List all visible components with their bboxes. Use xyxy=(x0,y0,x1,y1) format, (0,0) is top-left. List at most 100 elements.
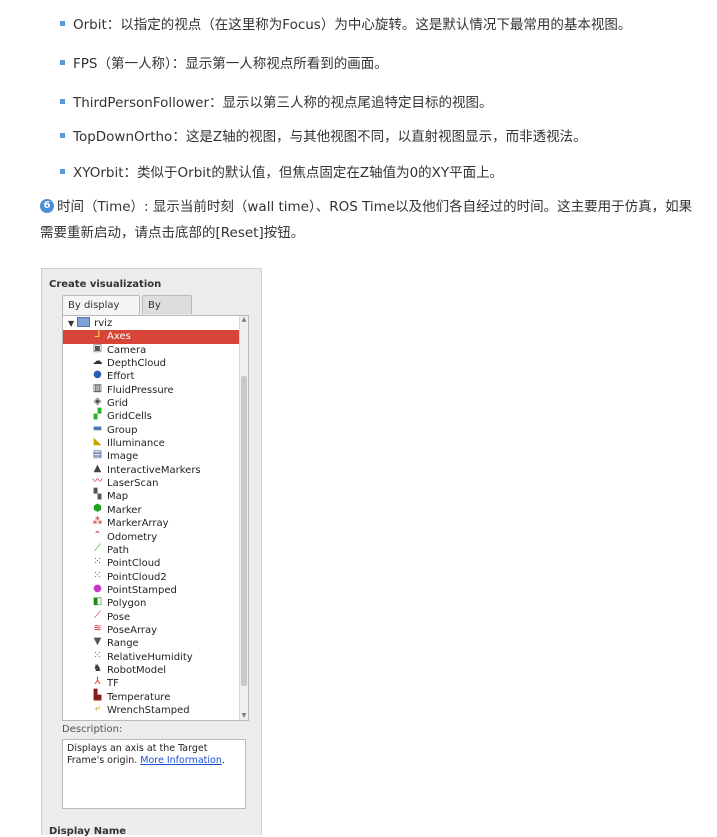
fluidpressure-icon: ▥ xyxy=(92,382,103,394)
tree-item-label: MarkerArray xyxy=(107,518,169,530)
tree-item-pointstamped[interactable]: ● PointStamped xyxy=(63,582,239,597)
tree-item-image[interactable]: ▤ Image xyxy=(63,450,239,463)
tree-item-label: Odometry xyxy=(107,531,158,543)
relativehumidity-icon: ⁙ xyxy=(93,649,102,661)
tree-item-tf[interactable]: ⅄ TF xyxy=(63,677,239,690)
tree-item-effort[interactable]: ● Effort xyxy=(63,370,239,383)
tree-item-label: Camera xyxy=(107,344,147,356)
more-information-link[interactable]: More Information xyxy=(140,755,222,766)
tree-item-axes[interactable]: ⅃ Axes xyxy=(63,329,239,344)
tree-item-temperature[interactable]: ▙ Temperature xyxy=(63,690,239,704)
grid-icon: ◈ xyxy=(93,396,102,408)
laserscan-icon: 〰 xyxy=(92,476,103,488)
bullet-marker-icon xyxy=(60,132,65,138)
posearray-icon: ≋ xyxy=(93,622,102,634)
description-box: Displays an axis at the Target Frame's o… xyxy=(62,739,246,809)
tree-item-grid[interactable]: ◈ Grid xyxy=(63,397,239,410)
tree-item-label: PointCloud xyxy=(107,558,161,570)
tree-item-label: LaserScan xyxy=(107,478,159,490)
tree-item-gridcells[interactable]: ▞ GridCells xyxy=(63,410,239,423)
tree-item-robotmodel[interactable]: ♞ RobotModel xyxy=(63,663,239,677)
markerarray-icon: ⁂ xyxy=(92,516,103,528)
tree-item-label: PointStamped xyxy=(107,584,177,596)
tree-item-label: WrenchStamped xyxy=(107,704,190,716)
map-icon: ▚ xyxy=(93,489,102,501)
tree-item-pointcloud[interactable]: ⁙ PointCloud xyxy=(63,557,239,570)
tree-root-rviz[interactable]: ▼ rviz xyxy=(63,317,239,330)
tree-item-pose[interactable]: ⟋ Pose xyxy=(63,609,239,624)
pose-icon: ⟋ xyxy=(94,609,101,621)
tree-item-label: RobotModel xyxy=(107,664,167,676)
tree-item-marker[interactable]: ⬢ Marker xyxy=(63,503,239,517)
odometry-icon: ⌃ xyxy=(93,529,102,541)
create-visualization-dialog: Create visualization By display type By … xyxy=(41,268,262,837)
tree-item-label: Illuminance xyxy=(107,438,165,450)
folder-icon xyxy=(77,317,91,327)
axes-icon: ⅃ xyxy=(94,329,101,341)
bullet-thirdperson: ThirdPersonFollower：显示以第三人称的视点尾追特定目标的视图。 xyxy=(60,91,493,111)
tree-item-label: Path xyxy=(107,544,129,556)
depthcloud-icon: ☁ xyxy=(92,356,103,368)
expand-arrow-icon[interactable]: ▼ xyxy=(68,317,74,330)
gridcells-icon: ▞ xyxy=(93,409,102,421)
image-icon: ▤ xyxy=(92,449,103,461)
pointcloud-icon: ⁙ xyxy=(93,556,102,568)
dialog-title: Create visualization xyxy=(49,279,162,290)
tree-item-label: Group xyxy=(107,424,138,436)
tree-item-interactivemarkers[interactable]: ▲ InteractiveMarkers xyxy=(63,462,239,477)
tree-item-label: Pose xyxy=(107,611,131,623)
display-type-tree[interactable]: ▼ rviz ⅃ Axes ▣ Camera ☁ DepthCloud ● Effort ▥ Flu… xyxy=(62,315,249,721)
time-note-text: 时间（Time）: 显示当前时刻（wall time）、ROS Time以及他们… xyxy=(40,199,693,241)
display-name-label: Display Name xyxy=(49,826,127,837)
tree-item-label: Grid xyxy=(107,398,128,410)
tree-item-label: Range xyxy=(107,638,139,650)
tree-item-wrenchstamped[interactable]: ⤶ WrenchStamped xyxy=(63,703,239,717)
tree-item-laserscan[interactable]: 〰 LaserScan xyxy=(63,477,239,490)
tree-item-relativehumidity[interactable]: ⁙ RelativeHumidity xyxy=(63,649,239,664)
tf-icon: ⅄ xyxy=(94,676,101,688)
polygon-icon: ◧ xyxy=(92,596,103,608)
interactive-markers-icon: ▲ xyxy=(93,462,102,474)
pointstamped-icon: ● xyxy=(93,582,102,594)
bullet-marker-icon xyxy=(60,59,65,65)
tree-item-fluidpressure[interactable]: ▥ FluidPressure xyxy=(63,382,239,397)
tree-item-camera[interactable]: ▣ Camera xyxy=(63,343,239,357)
tree-item-illuminance[interactable]: ◣ Illuminance xyxy=(63,437,239,450)
tree-item-label: Marker xyxy=(107,504,142,516)
description-period: . xyxy=(221,755,225,766)
bullet-xyorbit: XYOrbit：类似于Orbit的默认值，但焦点固定在Z轴值为0的XY平面上。 xyxy=(60,161,503,181)
tree-item-label: Temperature xyxy=(107,691,171,703)
effort-icon: ● xyxy=(93,369,102,381)
tree-item-label: Polygon xyxy=(107,598,147,610)
tree-scrollbar[interactable]: ▲ ▼ xyxy=(239,316,248,720)
tree-item-depthcloud[interactable]: ☁ DepthCloud xyxy=(63,357,239,370)
tree-item-odometry[interactable]: ⌃ Odometry xyxy=(63,529,239,544)
tree-item-markerarray[interactable]: ⁂ MarkerArray xyxy=(63,517,239,530)
tree-item-group[interactable]: ▬ Group xyxy=(63,422,239,437)
bullet-text: Orbit：以指定的视点（在这里称为Focus）为中心旋转。这是默认情况下最常用… xyxy=(73,17,632,33)
scroll-down-icon[interactable]: ▼ xyxy=(240,712,248,720)
bullet-text: FPS（第一人称）：显示第一人称视点所看到的画面。 xyxy=(73,56,388,72)
folder-icon: ▬ xyxy=(92,422,103,434)
tree-item-polygon[interactable]: ◧ Polygon xyxy=(63,597,239,610)
tree-item-range[interactable]: ▼ Range xyxy=(63,637,239,650)
scroll-up-icon[interactable]: ▲ xyxy=(240,316,248,324)
tree-item-label: Effort xyxy=(107,371,135,383)
tree-item-label: RelativeHumidity xyxy=(107,651,193,663)
tab-by-display-type[interactable]: By display type xyxy=(62,295,140,330)
tree-item-path[interactable]: ⟋ Path xyxy=(63,543,239,557)
tree-item-map[interactable]: ▚ Map xyxy=(63,490,239,503)
tree-root-label: rviz xyxy=(94,318,113,329)
tab-by-topic[interactable]: By topic xyxy=(142,295,192,330)
tree-item-posearray[interactable]: ≋ PoseArray xyxy=(63,622,239,637)
tree-item-pointcloud2[interactable]: ⁙ PointCloud2 xyxy=(63,570,239,584)
range-icon: ▼ xyxy=(93,636,102,648)
tree-item-label: GridCells xyxy=(107,411,152,423)
tree-item-label: FluidPressure xyxy=(107,384,174,396)
bullet-marker-icon xyxy=(60,98,65,104)
tree-item-label: InteractiveMarkers xyxy=(107,464,201,476)
bullet-text: XYOrbit：类似于Orbit的默认值，但焦点固定在Z轴值为0的XY平面上。 xyxy=(73,165,504,181)
scrollbar-thumb[interactable] xyxy=(241,376,247,686)
bullet-orbit: Orbit：以指定的视点（在这里称为Focus）为中心旋转。这是默认情况下最常用… xyxy=(60,13,631,33)
bullet-marker-icon xyxy=(60,20,65,26)
